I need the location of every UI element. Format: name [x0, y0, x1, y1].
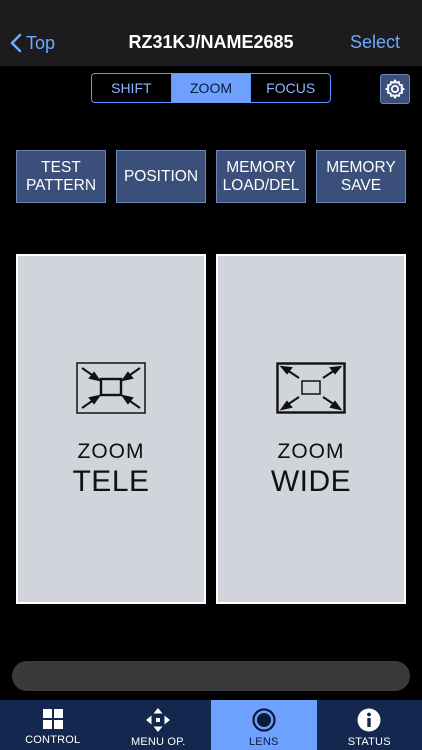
grid-icon: [42, 709, 63, 729]
zoom-tele-button[interactable]: ZOOM TELE: [16, 254, 206, 604]
status-pill: [12, 661, 410, 691]
move-arrows-icon: [146, 708, 171, 732]
tab-lens-label: LENS: [248, 736, 279, 748]
zoom-tele-line2: TELE: [72, 465, 150, 498]
lens-icon: [252, 708, 276, 732]
segment-focus[interactable]: FOCUS: [251, 74, 330, 102]
segment-zoom[interactable]: ZOOM: [171, 74, 252, 102]
zoom-wide-line2: WIDE: [270, 465, 352, 498]
tab-status[interactable]: STATUS: [317, 700, 422, 750]
gear-icon: [385, 79, 405, 99]
tab-menu-op-label: MENU OP.: [130, 736, 186, 748]
tab-lens[interactable]: LENS: [211, 700, 317, 750]
tab-bar: CONTROL MENU OP. LENS STATUS: [0, 700, 422, 750]
zoom-out-arrows-icon: [276, 362, 346, 414]
zoom-wide-line1: ZOOM: [277, 440, 345, 463]
segment-shift[interactable]: SHIFT: [92, 74, 172, 102]
tab-menu-op[interactable]: MENU OP.: [106, 700, 212, 750]
back-label: Top: [26, 32, 56, 53]
chevron-left-icon: [10, 33, 22, 53]
lens-mode-segmented-control: SHIFT ZOOM FOCUS: [91, 73, 331, 103]
info-icon: [357, 708, 381, 732]
test-pattern-button[interactable]: TEST PATTERN: [16, 150, 106, 203]
zoom-wide-button[interactable]: ZOOM WIDE: [216, 254, 406, 604]
navigation-bar: Top RZ31KJ/NAME2685 Select: [0, 0, 422, 66]
select-button[interactable]: Select: [350, 32, 400, 53]
zoom-in-arrows-icon: [76, 362, 146, 414]
back-button[interactable]: Top: [10, 29, 55, 57]
settings-button[interactable]: [380, 74, 410, 104]
memory-save-button[interactable]: MEMORY SAVE: [316, 150, 406, 203]
memory-load-del-button[interactable]: MEMORY LOAD/DEL: [216, 150, 306, 203]
zoom-tele-line1: ZOOM: [77, 440, 145, 463]
position-button[interactable]: POSITION: [116, 150, 206, 203]
tab-status-label: STATUS: [347, 736, 391, 748]
tab-control-label: CONTROL: [25, 734, 81, 746]
tab-control[interactable]: CONTROL: [0, 700, 106, 750]
